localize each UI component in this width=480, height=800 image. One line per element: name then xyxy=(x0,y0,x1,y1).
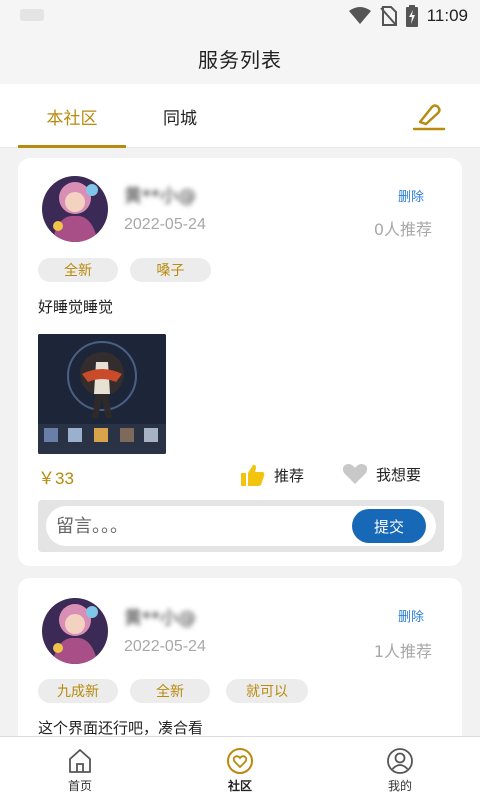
tab-same-city-label: 同城 xyxy=(163,108,197,129)
post-image[interactable] xyxy=(38,334,166,454)
nav-home[interactable]: 首页 xyxy=(20,737,140,800)
avatar[interactable] xyxy=(42,176,108,242)
status-time: 11:09 xyxy=(426,6,468,25)
want-button[interactable]: 我想要 xyxy=(342,463,421,485)
nav-home-label: 首页 xyxy=(67,779,92,793)
notification-icon xyxy=(20,9,44,21)
battery-charging-icon xyxy=(405,5,418,27)
post-content: 好睡觉睡觉 xyxy=(38,298,114,316)
profile-icon xyxy=(387,748,413,774)
post-content: 这个界面还行吧，凑合看 xyxy=(38,719,204,737)
tab-community-label: 本社区 xyxy=(46,108,98,129)
post-date: 2022-05-24 xyxy=(124,216,206,233)
delete-button[interactable]: 删除 xyxy=(398,186,424,205)
home-icon xyxy=(69,749,91,773)
nav-community[interactable]: 社区 xyxy=(180,737,300,800)
recommend-button[interactable]: 推荐 xyxy=(240,463,304,487)
recommend-label: 推荐 xyxy=(274,466,305,485)
bottom-nav: 首页 社区 我的 xyxy=(0,736,480,800)
delete-button[interactable]: 删除 xyxy=(398,606,424,625)
tag: 就可以 xyxy=(226,679,308,703)
tag: 嗓子 xyxy=(130,258,211,282)
active-tab-indicator xyxy=(18,145,126,148)
no-sim-icon xyxy=(379,6,397,26)
nav-profile[interactable]: 我的 xyxy=(340,737,460,800)
thumbs-up-icon xyxy=(241,464,265,486)
wifi-icon xyxy=(348,7,371,24)
heart-icon xyxy=(342,463,368,484)
tag: 九成新 xyxy=(38,679,118,703)
price: ￥33 xyxy=(38,469,74,488)
page-title: 服务列表 xyxy=(198,47,282,72)
comment-box: 提交 xyxy=(38,500,444,552)
app-header: 服务列表 xyxy=(0,32,480,84)
user-name: 黄**小@ xyxy=(124,608,196,629)
edit-icon[interactable] xyxy=(412,102,446,132)
nav-community-label: 社区 xyxy=(227,779,252,793)
recommend-count: 0人推荐 xyxy=(373,220,432,239)
want-label: 我想要 xyxy=(376,465,422,484)
tag: 全新 xyxy=(130,679,210,703)
status-icons: 11:09 xyxy=(348,4,468,28)
post-date: 2022-05-24 xyxy=(124,638,206,655)
tab-bar: 本社区 同城 xyxy=(0,84,480,148)
user-name: 黄**小@ xyxy=(124,186,196,207)
tab-same-city[interactable]: 同城 xyxy=(126,84,234,148)
tag: 全新 xyxy=(38,258,118,282)
community-heart-icon xyxy=(227,748,253,774)
submit-button[interactable]: 提交 xyxy=(352,509,426,543)
post-card: 黄**小@ 2022-05-24 删除 0人推荐 全新 嗓子 好睡觉睡觉 ￥33… xyxy=(18,158,462,566)
nav-profile-label: 我的 xyxy=(387,779,412,793)
avatar[interactable] xyxy=(42,598,108,664)
tab-community[interactable]: 本社区 xyxy=(18,84,126,148)
status-bar: 11:09 xyxy=(0,0,480,32)
recommend-count: 1人推荐 xyxy=(373,642,432,661)
post-card: 黄**小@ 2022-05-24 删除 1人推荐 九成新 全新 就可以 这个界面… xyxy=(18,578,462,748)
